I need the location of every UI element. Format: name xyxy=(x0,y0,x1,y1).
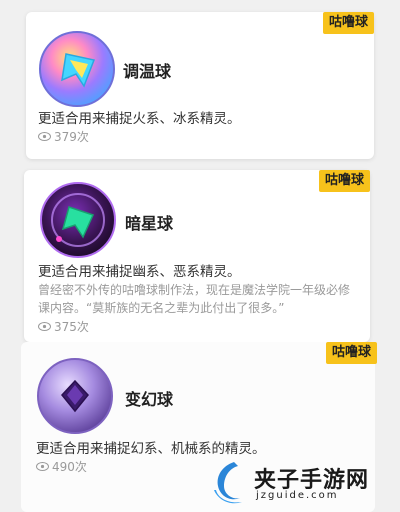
watermark-url: jzguide.com xyxy=(256,490,339,501)
ball-lore: 曾经密不外传的咕噜球制作法，现在是魔法学院一年级必修课内容。“莫斯族的无名之辈为… xyxy=(38,283,351,315)
eye-icon xyxy=(38,132,51,141)
eye-icon xyxy=(38,322,51,331)
view-count-text: 379次 xyxy=(54,130,89,144)
category-tag: 咕噜球 xyxy=(325,342,377,364)
view-count: 490次 xyxy=(36,458,87,475)
ball-card-anxing[interactable]: 咕噜球 暗星球 更适合用来捕捉幽系、恶系精灵。 曾经密不外传的咕噜球制作法，现在… xyxy=(24,170,370,342)
ball-description: 更适合用来捕捉幻系、机械系的精灵。 xyxy=(36,441,266,457)
view-count: 375次 xyxy=(38,318,89,335)
ball-description: 更适合用来捕捉火系、冰系精灵。 xyxy=(38,111,241,127)
view-count-text: 375次 xyxy=(54,320,89,334)
category-tag: 咕噜球 xyxy=(322,12,374,34)
site-watermark: 夹子手游网 jzguide.com xyxy=(208,460,398,510)
ball-name: 调温球 xyxy=(123,62,172,81)
dark-star-ball-icon xyxy=(39,181,117,259)
rainbow-star-ball-icon xyxy=(38,30,116,108)
ball-description: 更适合用来捕捉幽系、恶系精灵。 xyxy=(38,264,241,280)
jz-logo-icon xyxy=(214,462,242,504)
view-count-text: 490次 xyxy=(52,460,87,474)
category-tag: 咕噜球 xyxy=(318,170,370,192)
ball-name: 暗星球 xyxy=(125,214,174,233)
ball-name: 变幻球 xyxy=(125,390,174,409)
view-count: 379次 xyxy=(38,128,89,145)
ball-card-wenwen[interactable]: 咕噜球 调温球 更适合用来捕捉火系、冰系精灵。 379次 xyxy=(26,12,374,159)
crystal-ball-icon xyxy=(36,357,114,435)
eye-icon xyxy=(36,462,49,471)
